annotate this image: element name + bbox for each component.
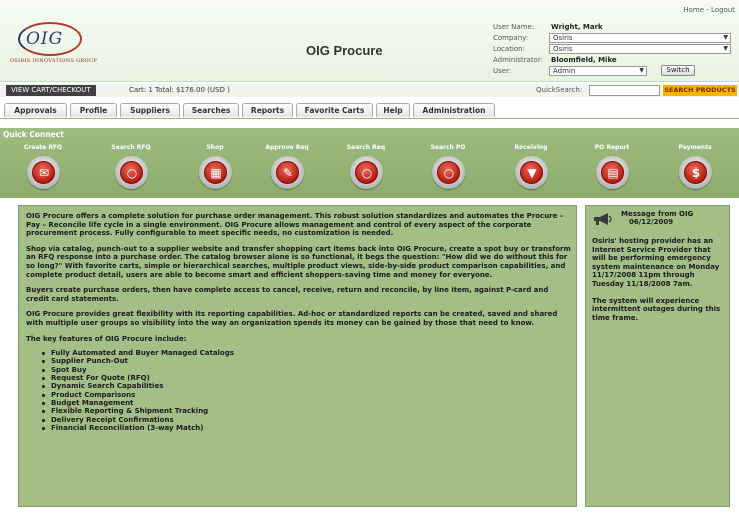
list-item: Dynamic Search Capabilities xyxy=(42,382,571,390)
shopping-paragraph: Shop via catalog, punch-out to a supplie… xyxy=(26,244,571,279)
administrator-value: Bloomfield, Mike xyxy=(551,56,617,64)
list-item: Spot Buy xyxy=(42,366,571,374)
buyers-paragraph: Buyers create purchase orders, then have… xyxy=(26,286,549,303)
company-select-value: Osiris xyxy=(553,34,573,42)
quick-label: Receiving xyxy=(514,144,548,151)
location-label: Location: xyxy=(493,45,525,53)
list-item: Supplier Punch-Out xyxy=(42,357,571,365)
tab-help[interactable]: Help xyxy=(376,103,410,117)
quick-label: Shop xyxy=(206,144,224,151)
link-separator: - xyxy=(706,6,709,14)
quick-label: Search PO xyxy=(430,144,466,151)
quick-label: Approve Req xyxy=(265,144,309,151)
list-item: Product Comparisons xyxy=(42,391,571,399)
view-cart-button[interactable]: VIEW CART/CHECKOUT xyxy=(6,85,96,96)
quick-label: Search RFQ xyxy=(111,144,151,151)
top-links: Home - Logout xyxy=(683,6,735,14)
message-paragraph: Osiris' hosting provider has an Internet… xyxy=(592,237,720,288)
page: OIG OSIRIS INNOVATIONS GROUP OIG Procure… xyxy=(0,0,739,513)
message-paragraph: The system will experience intermittent … xyxy=(592,296,721,322)
switch-button[interactable]: Switch xyxy=(661,65,695,76)
logo-subtext: OSIRIS INNOVATIONS GROUP xyxy=(10,58,98,64)
logo-text: OIG xyxy=(26,29,64,49)
cart-icon: ▦ xyxy=(198,156,232,189)
main-content: OIG Procure offers a complete solution f… xyxy=(26,212,571,432)
quick-shop[interactable]: Shop ▦ xyxy=(185,144,245,189)
quick-receiving[interactable]: Receiving ▼ xyxy=(501,144,561,189)
megaphone-icon xyxy=(594,213,612,225)
quicksearch-input[interactable] xyxy=(589,85,660,96)
search-products-button[interactable]: SEARCH PRODUCTS xyxy=(663,85,737,96)
features-list: Fully Automated and Buyer Managed Catalo… xyxy=(26,349,571,432)
message-body: Osiris' hosting provider has an Internet… xyxy=(592,237,726,330)
quick-payments[interactable]: Payments $ xyxy=(665,144,725,189)
list-item: Request For Quote (RFQ) xyxy=(42,374,571,382)
administrator-label: Administrator: xyxy=(493,56,543,64)
message-panel: Message from OIG 06/12/2009 Osiris' host… xyxy=(585,205,730,507)
magnifier-icon: ○ xyxy=(349,156,383,189)
quick-search-rfq[interactable]: Search RFQ ○ xyxy=(101,144,161,189)
user-select-value: Admin xyxy=(553,67,576,75)
list-item: Delivery Receipt Confirmations xyxy=(42,416,571,424)
quick-po-report[interactable]: PO Report ▤ xyxy=(582,144,642,189)
clipboard-icon: ✎ xyxy=(270,156,304,189)
message-title-text: Message from OIG xyxy=(621,210,694,218)
list-item: Budget Management xyxy=(42,399,571,407)
logout-link[interactable]: Logout xyxy=(711,6,735,14)
location-select[interactable]: Osiris ▼ xyxy=(549,44,731,54)
chevron-down-icon: ▼ xyxy=(639,67,644,74)
envelope-icon: ✉ xyxy=(26,156,60,189)
user-info: User Name: Wright, Mark Company: Osiris … xyxy=(493,22,737,77)
list-item: Financial Reconciliation (3-way Match) xyxy=(42,424,571,432)
tab-approvals[interactable]: Approvals xyxy=(4,103,67,117)
dollar-icon: $ xyxy=(678,156,712,189)
list-item: Flexible Reporting & Shipment Tracking xyxy=(42,407,571,415)
quick-label: Payments xyxy=(678,144,712,151)
message-date: 06/12/2009 xyxy=(629,218,674,226)
tab-reports[interactable]: Reports xyxy=(242,103,293,117)
quick-label: Create RFQ xyxy=(23,144,63,151)
home-link[interactable]: Home xyxy=(683,6,704,14)
user-label: User: xyxy=(493,67,512,75)
header: OIG OSIRIS INNOVATIONS GROUP OIG Procure… xyxy=(0,0,739,82)
tab-divider xyxy=(0,118,739,119)
quick-search-req[interactable]: Search Req ○ xyxy=(336,144,396,189)
quick-create-rfq[interactable]: Create RFQ ✉ xyxy=(13,144,73,189)
printer-icon: ▤ xyxy=(595,156,629,189)
tab-suppliers[interactable]: Suppliers xyxy=(120,103,180,117)
user-select[interactable]: Admin ▼ xyxy=(549,66,647,76)
user-name-label: User Name: xyxy=(493,23,535,31)
tab-profile[interactable]: Profile xyxy=(70,103,117,117)
location-select-value: Osiris xyxy=(553,45,573,53)
app-title: OIG Procure xyxy=(306,43,383,58)
oig-logo[interactable]: OIG OSIRIS INNOVATIONS GROUP xyxy=(10,22,97,68)
list-item: Fully Automated and Buyer Managed Catalo… xyxy=(42,349,571,357)
quick-label: Search Req xyxy=(346,144,386,151)
magnifier-icon: ○ xyxy=(114,156,148,189)
tab-searches[interactable]: Searches xyxy=(183,103,239,117)
magnifier-icon: ○ xyxy=(431,156,465,189)
chevron-down-icon: ▼ xyxy=(723,34,728,41)
quicksearch-label: QuickSearch: xyxy=(536,86,583,94)
user-name-value: Wright, Mark xyxy=(551,23,603,31)
quick-connect-bar: Quick Connect Create RFQ ✉ Search RFQ ○ … xyxy=(0,128,739,198)
quick-label: PO Report xyxy=(594,144,630,151)
download-icon: ▼ xyxy=(514,156,548,189)
cart-summary: Cart: 1 Total: $176.00 (USD ) xyxy=(129,86,230,94)
cart-bar: VIEW CART/CHECKOUT Cart: 1 Total: $176.0… xyxy=(0,84,739,97)
chevron-down-icon: ▼ xyxy=(723,45,728,52)
main-content-panel: OIG Procure offers a complete solution f… xyxy=(18,205,577,507)
quick-search-po[interactable]: Search PO ○ xyxy=(418,144,478,189)
message-title: Message from OIG 06/12/2009 xyxy=(621,210,693,226)
features-heading: The key features of OIG Procure include: xyxy=(26,334,187,343)
tab-administration[interactable]: Administration xyxy=(413,103,495,117)
quick-approve-req[interactable]: Approve Req ✎ xyxy=(257,144,317,189)
tab-favorite-carts[interactable]: Favorite Carts xyxy=(296,103,373,117)
company-label: Company: xyxy=(493,34,529,42)
company-select[interactable]: Osiris ▼ xyxy=(549,33,731,43)
intro-paragraph: OIG Procure offers a complete solution f… xyxy=(26,212,564,238)
reporting-paragraph: OIG Procure provides great flexibility w… xyxy=(26,310,558,327)
quick-connect-title: Quick Connect xyxy=(3,130,64,139)
